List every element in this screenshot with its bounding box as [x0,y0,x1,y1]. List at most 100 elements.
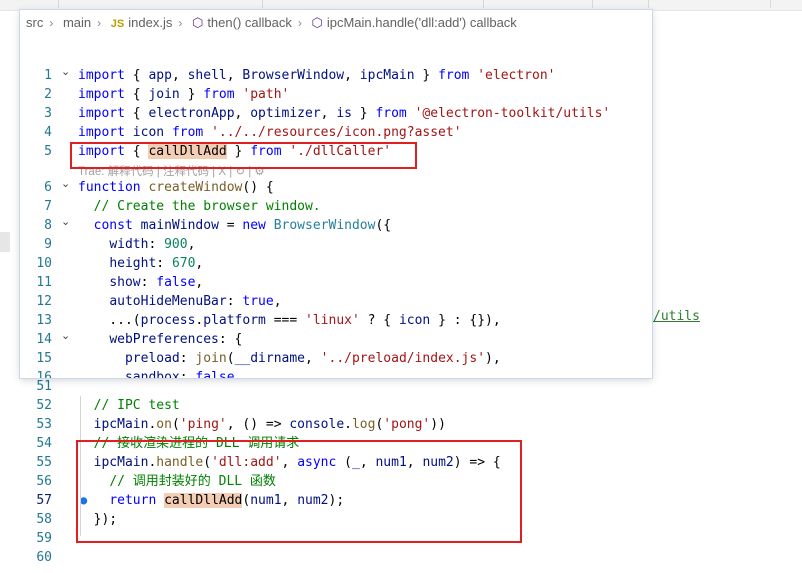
fold-chevron-icon[interactable]: ⌄ [61,62,70,81]
code-text: import icon from '../../resources/icon.p… [78,123,462,142]
code-text: // IPC test [78,396,180,415]
breadcrumb-item-main[interactable]: main [63,15,91,30]
code-line[interactable]: 15 preload: join(__dirname, '../preload/… [20,349,640,368]
definition-peek-hover[interactable]: src › main › JS index.js › ⬡ then() callback ›… [20,10,652,378]
code-text: function createWindow() { [78,178,274,197]
code-token: 'electron' [477,68,556,83]
code-token: // Create the browser window. [93,199,321,214]
code-token: on [156,417,172,432]
code-line[interactable]: 10 height: 670, [20,254,640,273]
code-token: BrowserWindow [242,68,345,83]
fold-chevron-icon[interactable]: ⌄ [61,174,70,193]
line-number: 15 [36,351,52,366]
peek-code[interactable]: 1 ⌄ import { app, shell, BrowserWindow, ip… [20,65,652,378]
code-token: show [109,275,141,290]
code-line[interactable]: 4 import icon from '../../resources/icon.… [20,123,640,142]
code-line[interactable]: 12 autoHideMenuBar: true, [20,292,640,311]
line-number: 51 [36,379,52,394]
code-token: ( [226,351,235,366]
code-line[interactable]: 1 ⌄ import { app, shell, BrowserWindow, ip… [20,65,640,85]
code-token: , [344,68,360,83]
code-token: from [171,125,204,140]
code-line[interactable]: 14 ⌄ webPreferences: { [20,329,640,349]
code-line[interactable]: 2 import { join } from 'path' [20,85,640,104]
line-number: 2 [44,87,52,102]
line-number: 57 [36,493,52,508]
code-text: const mainWindow = new BrowserWindow({ [78,216,391,235]
code-token: false [156,275,196,290]
code-token: icon [398,313,431,328]
code-token: '../../resources/icon.png?asset' [211,125,462,140]
code-line[interactable]: 11 show: false, [20,273,640,292]
js-file-icon: JS [110,18,125,30]
code-text: preload: join(__dirname, '../preload/ind… [78,349,501,368]
line-number: 10 [36,256,52,271]
code-token: , [320,106,337,121]
side-code-fragment: /utils [653,309,700,324]
code-token: ipcMain [93,417,149,432]
chevron-right-icon: › [297,16,302,30]
code-token: process [140,313,196,328]
code-text: height: 670, [78,254,203,273]
fold-chevron-icon[interactable]: ⌄ [61,326,70,345]
code-token: '../preload/index.js' [320,351,486,366]
fold-chevron-icon[interactable]: ⌄ [61,212,70,231]
code-line[interactable]: 13 ...(process.platform === 'linux' ? { … [20,311,640,330]
code-token: __dirname [234,351,306,366]
code-token: ...( [78,313,141,328]
breadcrumb-item-file[interactable]: index.js [128,15,172,30]
code-token: : [179,351,196,366]
chevron-right-icon: › [97,16,102,30]
code-line[interactable]: 16 sandbox: false [20,368,640,378]
code-line[interactable]: 6 ⌄ function createWindow() { [20,177,640,197]
code-text: ipcMain.on('ping', () => console.log('po… [78,415,446,434]
code-token: console [289,417,345,432]
code-text: width: 900, [78,235,195,254]
breadcrumb-item-callback[interactable]: ipcMain.handle('dll:add') callback [327,15,517,30]
line-number: 59 [36,531,52,546]
code-text: // Create the browser window. [78,197,321,216]
code-token: log [351,417,376,432]
code-token: platform [203,313,266,328]
breadcrumb-item-src[interactable]: src [26,15,43,30]
line-number: 54 [36,436,52,451]
code-line[interactable]: 9 width: 900, [20,235,640,254]
line-number: 7 [44,199,52,214]
code-line[interactable]: 8 ⌄ const mainWindow = new BrowserWindow(… [20,215,640,235]
code-token: shell [187,68,227,83]
code-token: width [109,237,149,252]
code-line[interactable]: 7 // Create the browser window. [20,197,640,216]
line-number: 55 [36,455,52,470]
code-token: mainWindow [140,218,219,233]
code-text: import { app, shell, BrowserWindow, ipcM… [78,66,556,85]
code-line[interactable]: 52 // IPC test [0,396,780,415]
code-text: sandbox: false [78,368,235,378]
code-token: createWindow [148,180,243,195]
code-line[interactable]: 51 [0,377,780,396]
annotation-box-import [70,142,417,169]
code-token: 900 [164,237,188,252]
line-number: 12 [36,294,52,309]
code-token: sandbox [124,370,180,378]
code-line[interactable]: 3 import { electronApp, optimizer, is } f… [20,104,640,123]
code-token: 670 [171,256,196,271]
annotation-box-handler [76,440,522,543]
code-token: ? { [359,313,399,328]
code-line[interactable]: 53 ipcMain.on('ping', () => console.log(… [0,415,780,434]
breadcrumb-item-then[interactable]: then() callback [207,15,292,30]
code-line[interactable]: 60 [0,548,780,567]
code-token: optimizer [250,106,321,121]
code-token: : [156,256,172,271]
code-token: join [195,351,227,366]
code-token: new [242,218,266,233]
code-token: ( [171,417,180,432]
line-number: 53 [36,417,52,432]
code-token: webPreferences [109,332,219,347]
code-token: from [375,106,407,121]
